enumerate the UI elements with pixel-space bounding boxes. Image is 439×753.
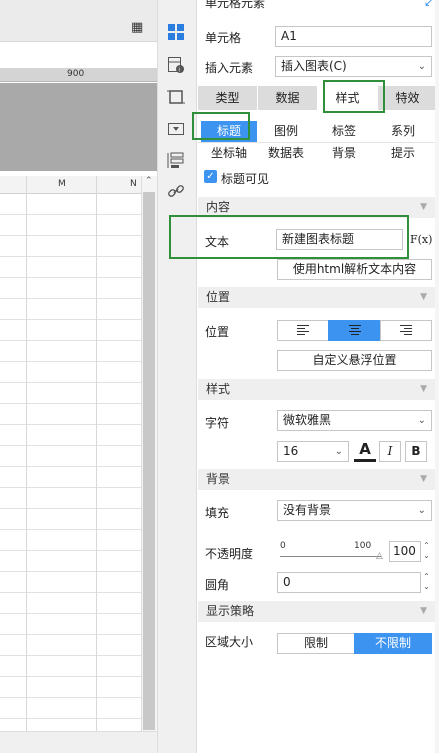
title-visible-label: 标题可见 [221,172,270,186]
area-size-label: 区域大小 [205,635,254,649]
sheet-toolbar: ▦ [0,0,157,42]
panel-scrollbar[interactable] [435,0,439,753]
highlight-box [323,80,385,113]
collapse-icon: ▼ [420,202,427,212]
collapse-icon: ▼ [420,384,427,394]
font-color-button[interactable]: A [354,440,376,462]
hyperlink-icon[interactable] [166,181,186,201]
chart-placeholder[interactable] [0,83,157,171]
custom-float-position-button[interactable]: 自定义悬浮位置 [277,350,432,371]
collapse-icon: ▼ [420,474,427,484]
cell-field[interactable]: A1 [275,26,432,47]
grid-line [96,176,97,731]
subtab-tooltip[interactable]: 提示 [374,143,432,164]
column-m-header[interactable]: M [58,179,66,189]
limit-button[interactable]: 限制 [277,633,355,654]
paint-format-icon[interactable]: ▦ [131,20,143,35]
scrollbar-thumb[interactable] [143,192,155,730]
chevron-down-icon: ⌄ [417,505,426,516]
style-section-header[interactable]: 样式 ▼ [198,379,435,400]
insert-element-label: 插入元素 [205,61,254,75]
grid-line [26,176,27,731]
font-family-select[interactable]: 微软雅黑 ⌄ [277,410,432,431]
subtab-divider [198,142,435,143]
bold-button[interactable]: B [405,441,427,462]
radius-label: 圆角 [205,578,230,592]
column-n-header[interactable]: N [130,179,137,189]
opacity-label: 不透明度 [205,547,254,561]
align-center-button[interactable] [328,320,381,341]
subtab-background[interactable]: 背景 [315,143,373,164]
align-right-button[interactable] [380,320,432,341]
fill-select[interactable]: 没有背景 ⌄ [277,500,432,521]
scroll-up-icon[interactable]: ⌃ [145,176,153,186]
opacity-max-label: 100 [354,541,372,551]
subtab-legend[interactable]: 图例 [258,121,314,142]
property-icon-rail [157,0,197,753]
subtab-axis[interactable]: 坐标轴 [201,143,257,164]
align-right-icon [400,325,412,335]
subtab-series[interactable]: 系列 [374,121,432,142]
expand-icon[interactable]: ↙ [424,0,433,9]
panel-title: 单元格元素 [205,0,266,10]
chevron-down-icon: ⌄ [417,415,426,426]
font-label: 字符 [205,416,230,430]
font-size-select[interactable]: 16 ⌄ [277,441,349,462]
title-visible-checkbox[interactable]: ✓ [204,170,217,183]
fill-value: 没有背景 [283,503,332,517]
condition-icon[interactable] [166,150,186,170]
fill-label: 填充 [205,506,230,520]
tab-type[interactable]: 类型 [198,86,257,110]
insert-element-value: 插入图表(C) [281,59,347,73]
cell-label: 单元格 [205,31,242,45]
position-label: 位置 [205,325,230,339]
subtab-data-table[interactable]: 数据表 [258,143,314,164]
formula-button[interactable]: F(x) [410,228,432,250]
column-header: M N [0,176,141,194]
highlight-box [192,112,250,140]
align-left-icon [297,325,309,335]
display-section-title: 显示策略 [206,604,255,618]
background-section-title: 背景 [206,472,231,486]
border-icon[interactable] [166,87,186,107]
position-section-header[interactable]: 位置 ▼ [198,287,435,308]
chevron-down-icon: ⌄ [334,446,343,457]
align-center-icon [348,325,361,335]
collapse-icon: ▼ [420,292,427,302]
cell-attribute-icon[interactable]: i [166,55,186,75]
radius-stepper[interactable]: ⌃ ⌄ [421,572,432,593]
horizontal-scrollbar[interactable] [0,731,157,753]
content-section-title: 内容 [206,200,231,214]
ruler-mark-900: 900 [67,69,85,79]
opacity-stepper[interactable]: ⌃ ⌄ [421,541,432,562]
style-section-title: 样式 [206,382,231,396]
subtab-label[interactable]: 标签 [315,121,373,142]
italic-button[interactable]: I [379,441,401,462]
font-family-value: 微软雅黑 [283,413,332,427]
tab-data[interactable]: 数据 [258,86,317,110]
position-section-title: 位置 [206,290,231,304]
opacity-slider-track[interactable] [280,556,381,557]
chevron-down-icon: ⌄ [417,61,426,72]
cell-element-icon[interactable] [166,22,186,42]
display-section-header[interactable]: 显示策略 ▼ [198,601,435,622]
highlight-box [169,215,409,259]
widget-icon[interactable] [166,119,186,139]
opacity-input[interactable]: 100 [389,541,421,562]
opacity-slider-thumb[interactable]: △ [376,551,383,561]
ruler: 900 [0,68,157,82]
font-size-value: 16 [283,444,299,458]
radius-input[interactable]: 0 [277,572,421,593]
no-limit-button[interactable]: 不限制 [354,633,432,654]
background-section-header[interactable]: 背景 ▼ [198,469,435,490]
insert-element-select[interactable]: 插入图表(C) ⌄ [275,56,432,77]
cell-grid[interactable] [0,194,141,731]
opacity-min-label: 0 [280,541,286,551]
parse-html-button[interactable]: 使用html解析文本内容 [277,259,432,280]
collapse-icon: ▼ [420,606,427,616]
align-left-button[interactable] [277,320,329,341]
tab-effect[interactable]: 特效 [378,86,437,110]
